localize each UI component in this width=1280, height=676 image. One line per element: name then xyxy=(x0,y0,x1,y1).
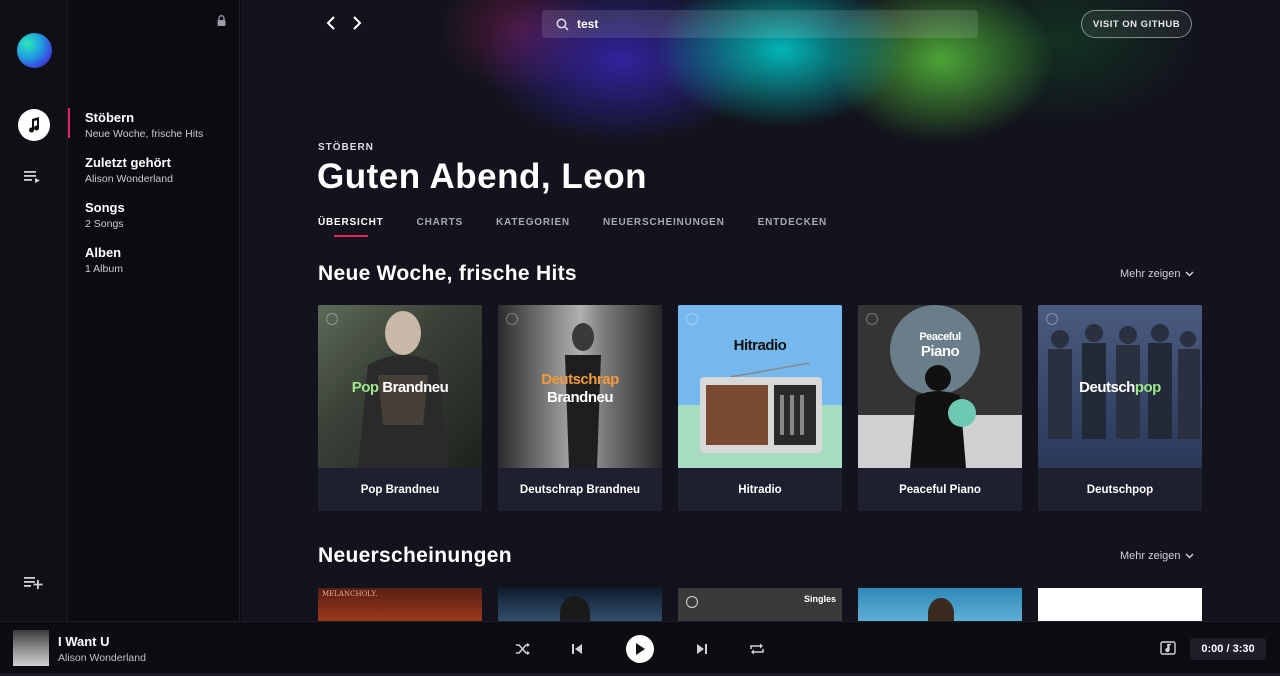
history-nav xyxy=(323,14,365,32)
spotify-icon xyxy=(686,313,698,325)
icon-rail xyxy=(0,0,68,621)
tab-neuerscheinungen[interactable]: NEUERSCHEINUNGEN xyxy=(603,217,725,237)
spotify-icon xyxy=(326,313,338,325)
lock-icon xyxy=(217,13,226,26)
queue-icon[interactable] xyxy=(24,168,44,186)
forward-arrow-icon[interactable] xyxy=(349,14,365,32)
tab-bar: ÜBERSICHT CHARTS KATEGORIEN NEUERSCHEINU… xyxy=(318,217,860,237)
playlist-caption: Peaceful Piano xyxy=(899,483,981,496)
playlist-cover: Peaceful Piano xyxy=(858,305,1022,468)
card-row: Pop Brandneu Pop Brandneu Deutschrap Bra… xyxy=(318,305,1202,511)
playlist-card[interactable]: Hitradio Hitradio xyxy=(678,305,842,511)
player-bar: I Want U Alison Wonderland 0:00 / 3:30 xyxy=(0,621,1280,676)
playlist-card[interactable]: Deutschpop Deutschpop xyxy=(1038,305,1202,511)
page-title: Guten Abend, Leon xyxy=(317,157,647,196)
visit-github-button[interactable]: VISIT ON GITHUB xyxy=(1081,10,1192,38)
back-arrow-icon[interactable] xyxy=(323,14,339,32)
show-more-label: Mehr zeigen xyxy=(1120,550,1181,562)
sidebar-item-songs[interactable]: Songs 2 Songs xyxy=(85,200,235,231)
search-input[interactable] xyxy=(577,17,957,31)
playlist-caption: Pop Brandneu xyxy=(360,483,440,496)
main-content: VISIT ON GITHUB STÖBERN Guten Abend, Leo… xyxy=(241,0,1280,621)
chevron-down-icon xyxy=(1185,553,1194,559)
lyrics-icon[interactable] xyxy=(1160,641,1176,655)
cover-text: Pop Brandneu xyxy=(351,379,449,396)
play-button[interactable] xyxy=(626,635,654,663)
playlist-cover: Deutschrap Brandneu xyxy=(498,305,662,468)
card-row: MELANCHOLY. Singles xyxy=(318,588,1202,621)
section-title: Neue Woche, frische Hits xyxy=(318,262,577,285)
sidebar-item-title: Stöbern xyxy=(85,110,135,125)
track-artist[interactable]: Alison Wonderland xyxy=(58,652,146,664)
music-note-icon[interactable] xyxy=(18,109,50,141)
cover-text: Singles xyxy=(803,594,836,604)
next-icon[interactable] xyxy=(693,640,711,658)
previous-icon[interactable] xyxy=(568,640,586,658)
playlist-card[interactable]: Pop Brandneu Pop Brandneu xyxy=(318,305,482,511)
playlist-caption: Deutschrap Brandneu xyxy=(519,483,641,496)
shuffle-icon[interactable] xyxy=(514,640,532,658)
spotify-icon xyxy=(686,596,698,608)
section-title: Neuerscheinungen xyxy=(318,544,512,567)
active-indicator xyxy=(68,108,70,138)
cover-text: MELANCHOLY. xyxy=(322,590,378,598)
cover-text-b: Piano xyxy=(920,343,960,360)
sidebar-item-recent[interactable]: Zuletzt gehört Alison Wonderland xyxy=(85,155,235,186)
now-playing-cover[interactable] xyxy=(13,630,49,666)
cover-text: Deutschpop xyxy=(1079,379,1161,396)
tab-kategorien[interactable]: KATEGORIEN xyxy=(496,217,570,237)
sidebar-item-title: Alben xyxy=(85,245,122,260)
chevron-down-icon xyxy=(1185,271,1194,277)
album-card[interactable]: Singles xyxy=(678,588,842,621)
cover-text-a: Peaceful xyxy=(919,331,961,343)
cover-text-a: Deutschrap xyxy=(541,371,619,388)
search-icon xyxy=(556,18,569,31)
sidebar-item-title: Zuletzt gehört xyxy=(85,155,171,170)
album-card[interactable] xyxy=(498,588,662,621)
playlist-caption: Deutschpop xyxy=(1086,483,1154,496)
add-playlist-icon[interactable] xyxy=(24,574,44,592)
spotify-icon xyxy=(866,313,878,325)
sidebar-item-subtitle: Neue Woche, frische Hits xyxy=(85,128,204,140)
album-card[interactable] xyxy=(1038,588,1202,621)
cover-text: Hitradio xyxy=(733,337,787,354)
playlist-card[interactable]: Peaceful Piano Peaceful Piano xyxy=(858,305,1022,511)
album-card[interactable]: MELANCHOLY. xyxy=(318,588,482,621)
playlist-cover: Hitradio xyxy=(678,305,842,468)
repeat-icon[interactable] xyxy=(748,640,766,658)
cover-text-b: Brandneu xyxy=(546,389,614,406)
show-more-link[interactable]: Mehr zeigen xyxy=(1120,550,1194,562)
app-logo[interactable] xyxy=(17,33,52,68)
search-bar[interactable] xyxy=(542,10,978,38)
show-more-link[interactable]: Mehr zeigen xyxy=(1120,268,1194,280)
playlist-cover: Deutschpop xyxy=(1038,305,1202,468)
tab-uebersicht[interactable]: ÜBERSICHT xyxy=(318,217,384,237)
page-eyebrow: STÖBERN xyxy=(318,142,374,153)
playlist-caption: Hitradio xyxy=(738,483,782,496)
playback-time: 0:00 / 3:30 xyxy=(1190,638,1266,660)
playlist-card[interactable]: Deutschrap Brandneu Deutschrap Brandneu xyxy=(498,305,662,511)
library-sidebar: Stöbern Neue Woche, frische Hits Zuletzt… xyxy=(68,0,240,621)
sidebar-item-subtitle: Alison Wonderland xyxy=(85,173,173,185)
sidebar-item-subtitle: 1 Album xyxy=(85,263,123,275)
sidebar-item-stoebern[interactable]: Stöbern Neue Woche, frische Hits xyxy=(85,110,235,141)
spotify-icon xyxy=(506,313,518,325)
tab-charts[interactable]: CHARTS xyxy=(417,217,463,237)
sidebar-item-title: Songs xyxy=(85,200,125,215)
radio-illustration xyxy=(700,363,822,453)
album-card[interactable] xyxy=(858,588,1022,621)
sidebar-item-albums[interactable]: Alben 1 Album xyxy=(85,245,235,276)
show-more-label: Mehr zeigen xyxy=(1120,268,1181,280)
play-icon xyxy=(636,643,645,655)
track-title: I Want U xyxy=(58,634,110,649)
sidebar-item-subtitle: 2 Songs xyxy=(85,218,124,230)
playlist-cover: Pop Brandneu xyxy=(318,305,482,468)
tab-entdecken[interactable]: ENTDECKEN xyxy=(758,217,827,237)
